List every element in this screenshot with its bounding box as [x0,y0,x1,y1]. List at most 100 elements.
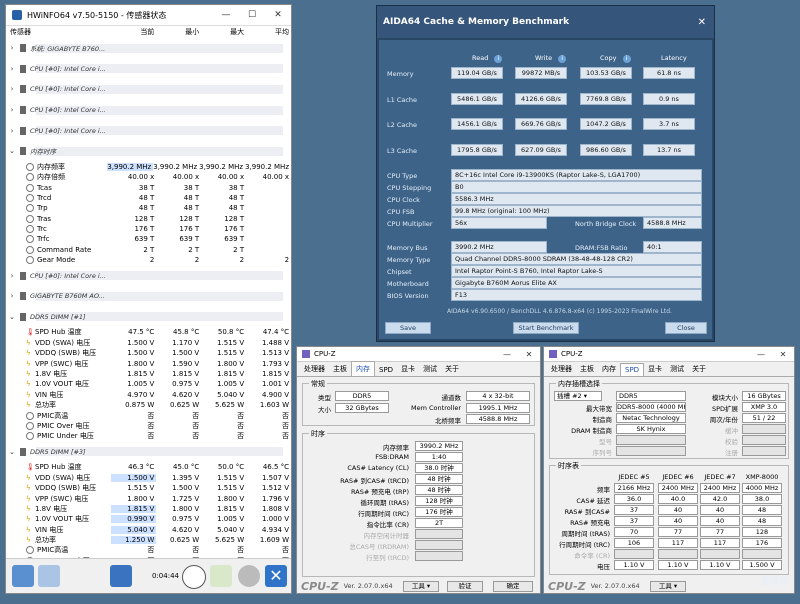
tab-cpu[interactable]: 处理器 [547,362,576,376]
close-icon[interactable]: ✕ [518,350,540,359]
tab-graphics[interactable]: 显卡 [644,362,666,376]
sensor-row[interactable]: PMIC Under 电压 否 否 否 否 [6,431,291,441]
chevron-down-icon[interactable]: ⌄ [6,313,18,321]
ok-button[interactable]: 确定 [493,581,533,592]
sensor-group[interactable]: › 系统: GIGABYTE B760... [6,38,291,59]
sensor-row[interactable]: ϟ VIN 电压 4.970 V 4.620 V 5.040 V 4.900 V [6,390,291,400]
tab-bench[interactable]: 测试 [419,362,441,376]
tab-about[interactable]: 关于 [441,362,463,376]
col-min[interactable]: 最小 [156,27,201,37]
tab-about[interactable]: 关于 [688,362,710,376]
start-benchmark-button[interactable]: Start Benchmark [513,322,579,334]
info-icon[interactable]: i [622,55,631,63]
aida-close-icon[interactable]: ✕ [698,17,706,28]
sensor-row[interactable]: 内存频率 3,990.2 MHz 3,990.2 MHz 3,990.2 MHz 3,9… [6,162,291,172]
tab-mainboard[interactable]: 主板 [329,362,351,376]
sensor-group[interactable]: › CPU [#0]: Intel Core i... [6,265,291,287]
chevron-right-icon[interactable]: › [6,85,18,93]
sensor-row[interactable]: ϟ VDD (SWA) 电压 1.500 V 1.395 V 1.515 V 1.507 … [6,473,291,483]
sensor-row[interactable]: ϟ VDDQ (SWB) 电压 1.515 V 1.500 V 1.515 V 1.512… [6,483,291,493]
chevron-right-icon[interactable]: › [6,292,18,300]
sensor-group[interactable]: › CPU [#0]: Intel Core i... [6,79,291,100]
close-sensors-icon[interactable]: ✕ [265,565,287,587]
network-icon[interactable] [110,565,132,587]
sensor-group[interactable]: ⌄ DDR5 DIMM [#3] [6,441,291,463]
nav-back-icon[interactable] [12,565,34,587]
sensor-group[interactable]: › GIGABYTE B760M AO... [6,286,291,307]
sensor-row[interactable]: ϟ VPP (SWC) 电压 1.800 V 1.590 V 1.800 V 1.793 … [6,358,291,368]
min-value: 1.725 V [172,494,200,503]
col-max[interactable]: 最大 [201,27,246,37]
sensor-row[interactable]: PMIC高温 否 否 否 否 [6,410,291,420]
sensor-row[interactable]: 🌡SPD Hub 温度 47.5 °C 45.8 °C 50.8 °C 47.4 °C [6,327,291,337]
close-icon[interactable]: ✕ [772,350,794,359]
sensor-row[interactable]: ϟ 1.8V 电压 1.815 V 1.815 V 1.815 V 1.815 V [6,369,291,379]
tab-bench[interactable]: 测试 [666,362,688,376]
sensor-row[interactable]: Trc 176 T 176 T 176 T [6,224,291,234]
info-icon[interactable]: i [558,55,567,63]
sensor-group[interactable]: ⌄ 内存时序 [6,140,291,162]
slot-select[interactable]: 插槽 #2 ▾ [554,391,602,401]
tab-cpu[interactable]: 处理器 [300,362,329,376]
tools-dropdown[interactable]: 工具 ▾ [403,581,439,592]
chevron-right-icon[interactable]: › [6,272,18,280]
chevron-right-icon[interactable]: › [6,44,18,52]
sensor-row[interactable]: 🌡SPD Hub 温度 46.3 °C 45.0 °C 50.0 °C 46.5 °C [6,462,291,472]
minimize-icon[interactable]: — [750,350,772,359]
info-icon[interactable]: i [494,55,503,63]
report-icon[interactable] [210,565,232,587]
sensor-row[interactable]: Tcas 38 T 38 T 38 T [6,182,291,192]
clock-icon [26,546,34,555]
tab-mainboard[interactable]: 主板 [576,362,598,376]
sensor-row[interactable]: Command Rate 2 T 2 T 2 T [6,245,291,255]
sensor-row[interactable]: ϟ 总功率 1.250 W 0.625 W 5.625 W 1.609 W [6,535,291,545]
close-icon[interactable]: ✕ [265,10,291,20]
sensor-row[interactable]: Trfc 639 T 639 T 639 T [6,234,291,244]
sensor-row[interactable]: ϟ VPP (SWC) 电压 1.800 V 1.725 V 1.800 V 1.796 … [6,493,291,503]
col-current[interactable]: 当前 [111,27,156,37]
sensor-row[interactable]: PMIC Over 电压 否 否 否 否 [6,421,291,431]
sensor-row[interactable]: ϟ 1.8V 电压 1.815 V 1.800 V 1.815 V 1.808 V [6,504,291,514]
tab-memory[interactable]: 内存 [351,361,375,376]
sensor-row[interactable]: Gear Mode 2 2 2 2 [6,255,291,265]
settings-gear-icon[interactable] [238,565,260,587]
sensor-row[interactable]: Trp 48 T 48 T 48 T [6,203,291,213]
sensor-group[interactable]: › CPU [#0]: Intel Core i... [6,58,291,80]
close-button[interactable]: Close [665,322,707,334]
sensor-row[interactable]: 内存倍频 40.00 x 40.00 x 40.00 x 40.00 x [6,172,291,182]
sensor-row[interactable]: Tras 128 T 128 T 128 T [6,214,291,224]
tools-dropdown[interactable]: 工具 ▾ [650,581,686,592]
col-sensor[interactable]: 传感器 [6,27,111,37]
nav-forward-icon[interactable] [38,565,60,587]
sensor-row[interactable]: PMIC高温 否 否 否 否 [6,545,291,555]
sensor-row[interactable]: ϟ VDDQ (SWB) 电压 1.500 V 1.500 V 1.515 V 1.513… [6,348,291,358]
chevron-right-icon[interactable]: › [6,127,18,135]
sensor-row[interactable]: ϟ VIN 电压 5.040 V 4.620 V 5.040 V 4.934 V [6,524,291,534]
sensor-row[interactable]: ϟ 1.0V VOUT 电压 0.990 V 0.975 V 1.005 V 1.000 … [6,514,291,524]
sensor-group[interactable]: ⌄ DDR5 DIMM [#1] [6,306,291,328]
chevron-right-icon[interactable]: › [6,106,18,114]
chevron-down-icon[interactable]: ⌄ [6,448,18,456]
clock-icon[interactable] [182,565,206,589]
tab-spd[interactable]: SPD [375,364,397,376]
chevron-down-icon[interactable]: ⌄ [6,147,18,155]
min-value: 否 [192,411,200,420]
sensor-group[interactable]: › CPU [#0]: Intel Core i... [6,99,291,121]
sensor-row[interactable]: ϟ 总功率 0.875 W 0.625 W 5.625 W 1.603 W [6,400,291,410]
sensor-row[interactable]: ϟ VDD (SWA) 电压 1.500 V 1.170 V 1.515 V 1.488 … [6,338,291,348]
col-avg[interactable]: 平均 [246,27,291,37]
validate-button[interactable]: 验证 [447,581,483,592]
maximize-icon[interactable]: ☐ [239,10,265,20]
chevron-right-icon[interactable]: › [6,65,18,73]
cpuz-app-icon [302,350,310,358]
tab-memory[interactable]: 内存 [598,362,620,376]
sensor-row[interactable]: Trcd 48 T 48 T 48 T [6,193,291,203]
tab-spd[interactable]: SPD [620,363,645,376]
tab-graphics[interactable]: 显卡 [397,362,419,376]
timing-row-label: RAS# 预充电 [570,519,610,527]
sensor-row[interactable]: ϟ 1.0V VOUT 电压 1.005 V 0.975 V 1.005 V 1.001 … [6,379,291,389]
minimize-icon[interactable]: — [496,350,518,359]
minimize-icon[interactable]: — [213,10,239,20]
sensor-group[interactable]: › CPU [#0]: Intel Core i... [6,120,291,141]
save-button[interactable]: Save [385,322,431,334]
